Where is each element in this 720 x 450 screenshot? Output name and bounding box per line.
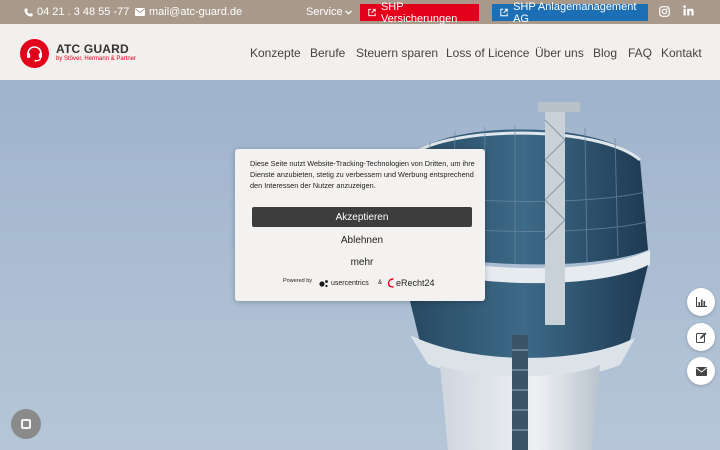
consent-text: Diese Seite nutzt Website-Tracking-Techn… (250, 159, 475, 190)
accept-button[interactable]: Akzeptieren (252, 207, 472, 227)
nav-item-loss-of-licence[interactable]: Loss of Licence (446, 46, 529, 60)
instagram-link[interactable] (659, 6, 670, 20)
phone-icon (24, 7, 33, 17)
chart-icon (695, 297, 707, 307)
decline-button[interactable]: Ablehnen (252, 231, 472, 249)
external-link-icon (500, 8, 508, 17)
logo-subtitle: by Stöver, Hermann & Partner (56, 56, 137, 62)
edit-icon (695, 332, 706, 343)
external-link-icon (368, 8, 376, 17)
cookie-consent-dialog: Diese Seite nutzt Website-Tracking-Techn… (235, 149, 485, 301)
usercentrics-logo[interactable]: usercentrics (319, 279, 369, 288)
top-bar: 04 21 . 3 48 55 -77 mail@atc-guard.de Se… (0, 0, 720, 25)
envelope-icon (135, 8, 145, 16)
email-address: mail@atc-guard.de (149, 6, 243, 18)
instagram-icon (659, 6, 670, 17)
side-button-mail[interactable] (687, 357, 715, 385)
usercentrics-text: usercentrics (331, 280, 369, 287)
site-header: ATC GUARD by Stöver, Hermann & Partner K… (0, 24, 720, 80)
nav-item-kontakt[interactable]: Kontakt (661, 46, 702, 60)
erecht24-icon (387, 278, 394, 288)
shp-anlagemanagement-button[interactable]: SHP Anlagemanagement AG (492, 1, 648, 25)
nav-item-faq[interactable]: FAQ (628, 46, 652, 60)
email-link[interactable]: mail@atc-guard.de (135, 6, 242, 18)
chevron-down-icon (344, 9, 352, 15)
nav-item-berufe[interactable]: Berufe (310, 46, 345, 60)
envelope-icon (695, 366, 707, 376)
fingerprint-icon (21, 419, 31, 429)
logo-title[interactable]: ATC GUARD (56, 42, 129, 56)
phone-number: 04 21 . 3 48 55 -77 (37, 6, 130, 18)
shp-versicherungen-button[interactable]: SHP Versicherungen (360, 1, 479, 25)
nav-item-ueber-uns[interactable]: Über uns (535, 46, 584, 60)
nav-item-konzepte[interactable]: Konzepte (250, 46, 301, 60)
service-label: Service (306, 6, 343, 18)
phone-link[interactable]: 04 21 . 3 48 55 -77 (24, 6, 129, 18)
linkedin-link[interactable] (683, 5, 694, 19)
logo-icon[interactable] (20, 39, 49, 68)
shp-anlagemanagement-label: SHP Anlagemanagement AG (513, 0, 637, 25)
erecht24-text: eRecht24 (396, 278, 435, 288)
more-button[interactable]: mehr (252, 253, 472, 271)
shp-versicherungen-label: SHP Versicherungen (380, 0, 458, 25)
nav-item-blog[interactable]: Blog (593, 46, 617, 60)
side-button-edit[interactable] (687, 323, 715, 351)
side-button-chart[interactable] (687, 288, 715, 316)
linkedin-icon (683, 5, 694, 16)
nav-item-steuern-sparen[interactable]: Steuern sparen (356, 46, 438, 60)
erecht24-logo[interactable]: eRecht24 (387, 278, 435, 288)
usercentrics-icon (319, 280, 328, 288)
ampersand: & (378, 280, 383, 286)
privacy-settings-button[interactable] (11, 409, 41, 439)
service-dropdown[interactable]: Service (306, 6, 352, 18)
powered-by-label: Powered by (283, 278, 313, 284)
